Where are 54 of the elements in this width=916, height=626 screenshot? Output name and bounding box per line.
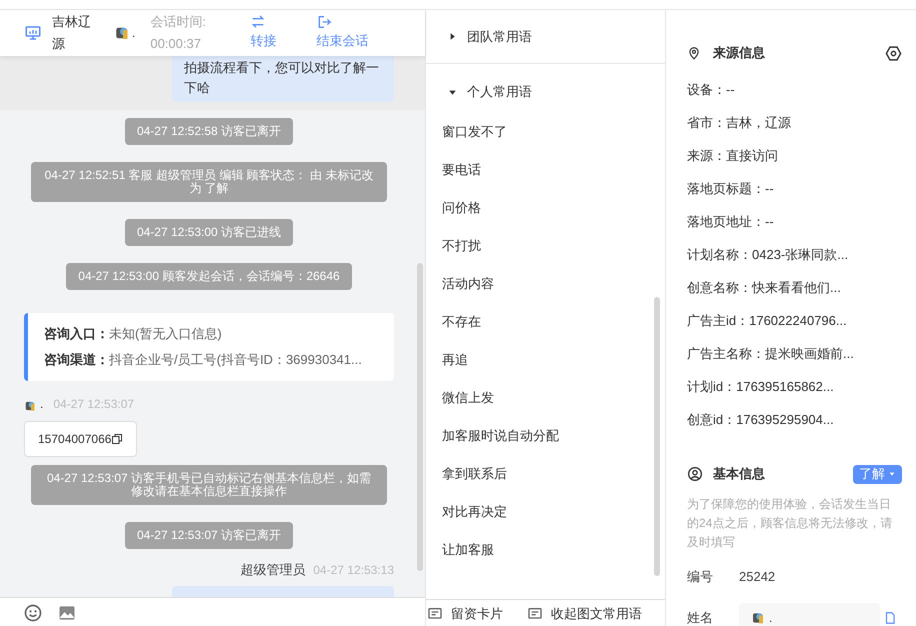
- agent-name: 超级管理员: [240, 561, 306, 579]
- info-row-text: 省市：吉林，辽源: [687, 114, 792, 132]
- phrase-item[interactable]: 不存在: [426, 303, 665, 341]
- location-text: 吉林辽源: [52, 13, 92, 53]
- chat-bubble: 拍摄流程看下，您可以对比了解一下哈: [172, 56, 394, 102]
- name-field[interactable]: .: [739, 603, 880, 626]
- info-row-text: 创意id：176395295904...: [687, 410, 835, 429]
- phrase-item[interactable]: 活动内容: [426, 265, 665, 303]
- phrase-item[interactable]: 对比再决定: [426, 493, 665, 531]
- system-notice: 04-27 12:53:07 访客已离开: [124, 522, 294, 549]
- info-row-text: 计划名称：0423-张琳同款...: [687, 246, 850, 264]
- phrase-item[interactable]: 要电话: [426, 151, 665, 189]
- section-title: 基本信息: [713, 465, 765, 484]
- phrase-item[interactable]: 问价格: [426, 189, 665, 227]
- info-row-text: 计划id：176395165862...: [687, 378, 835, 396]
- info-row-text: 设备：--: [687, 80, 736, 99]
- info-row-text: 广告主id：176022240796...: [687, 312, 848, 330]
- field-value: 抖音企业号/员工号(抖音号ID：369930341...: [109, 351, 362, 369]
- message-time: 04-27 12:53:07: [53, 396, 134, 413]
- field-value: 未知(暂无入口信息): [109, 325, 222, 343]
- message-time: 04-27 12:53:13: [313, 562, 394, 579]
- phrase-item[interactable]: 微信上发: [426, 379, 665, 417]
- info-row-text: 来源：直接访问: [687, 146, 779, 165]
- phrase-item[interactable]: 让加客服: [426, 531, 665, 569]
- phrase-item[interactable]: 拿到联系后: [426, 455, 665, 493]
- field-value: 25242: [739, 568, 776, 586]
- lead-card-button[interactable]: 留资卡片: [427, 604, 503, 624]
- info-row-text: 落地页标题：--: [687, 180, 775, 198]
- phrase-group[interactable]: 团队常用语: [426, 10, 665, 64]
- field-label: 姓名: [687, 609, 714, 626]
- field-label: 咨询渠道：: [44, 351, 109, 369]
- session-label: 会话时间:: [150, 13, 207, 31]
- visitor-name: .: [40, 396, 44, 413]
- system-notice: 04-27 12:53:07 访客手机号已自动标记右侧基本信息栏，如需修改请在基本信息栏直接操作: [31, 465, 387, 505]
- phrase-item[interactable]: 加客服时说自动分配: [426, 417, 665, 455]
- system-notice: 04-27 12:52:58 访客已离开: [124, 118, 294, 145]
- info-row-text: 创意名称：快来看看他们...: [687, 278, 842, 297]
- system-notice: 04-27 12:52:51 客服 超级管理员 编辑 顾客状态： 由 未标记改为 了解: [31, 162, 387, 202]
- field-label: 咨询入口：: [44, 325, 109, 343]
- notice-text: 为了保障您的使用体验，会话发生当日的24点之后，顾客信息将无法修改，请及时填写: [687, 496, 894, 551]
- phrase-group[interactable]: 个人常用语: [426, 78, 665, 106]
- system-notice: 04-27 12:53:00 访客已进线: [124, 219, 294, 246]
- visitor-name: .: [132, 25, 136, 42]
- phrase-item[interactable]: 再追: [426, 341, 665, 379]
- phrase-item[interactable]: 不打扰: [426, 227, 665, 265]
- field-label: 编号: [687, 568, 714, 586]
- phrase-item[interactable]: 窗口发不了: [426, 113, 665, 151]
- section-title: 来源信息: [713, 44, 765, 62]
- collapse-phrases-button[interactable]: 收起图文常用语: [527, 604, 642, 624]
- system-notice: 04-27 12:53:00 顾客发起会话，会话编号：26646: [66, 263, 352, 290]
- info-row-text: 广告主名称：提米映画婚前...: [687, 344, 855, 363]
- info-row-text: 落地页地址：--: [687, 212, 775, 231]
- message-text: 15704007066: [38, 431, 112, 448]
- session-time: 00:00:37: [150, 35, 202, 53]
